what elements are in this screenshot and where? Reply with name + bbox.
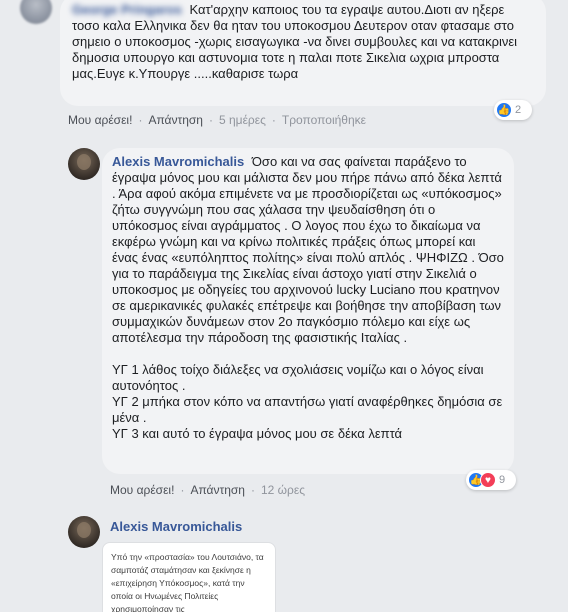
comment-text: ΥΓ 3 και αυτό το έγραψα μόνος μου σε δέκ… bbox=[112, 426, 403, 441]
comment-bubble: Alexis Mavromichalis Όσο και να σας φαίν… bbox=[102, 148, 514, 474]
comment-actions: Μου αρέσει! · Απάντηση · 12 ώρες bbox=[110, 483, 305, 497]
comment-text: Όσο και να σας φαίνεται παράξενο το έγρα… bbox=[112, 154, 504, 345]
reply-link[interactable]: Απάντηση bbox=[148, 113, 203, 127]
like-link[interactable]: Μου αρέσει! bbox=[110, 483, 174, 497]
comment-actions: Μου αρέσει! · Απάντηση · 5 ημέρες · Τροπ… bbox=[68, 113, 366, 127]
attached-image[interactable]: Υπό την «προστασία» του Λουτσιάνο, τα σα… bbox=[102, 542, 276, 612]
timestamp[interactable]: 5 ημέρες bbox=[219, 113, 266, 127]
love-reaction-icon: ♥ bbox=[480, 472, 496, 488]
reaction-count: 9 bbox=[499, 474, 506, 486]
separator-dot: · bbox=[250, 483, 255, 497]
reply-link[interactable]: Απάντηση bbox=[190, 483, 245, 497]
separator-dot: · bbox=[271, 113, 276, 127]
timestamp[interactable]: 12 ώρες bbox=[261, 483, 305, 497]
avatar[interactable] bbox=[68, 516, 100, 548]
separator-dot: · bbox=[208, 113, 213, 127]
edited-label[interactable]: Τροποποιήθηκε bbox=[282, 113, 366, 127]
comment-author[interactable]: Alexis Mavromichalis bbox=[110, 519, 242, 534]
reaction-count: 2 bbox=[515, 104, 522, 116]
comment-author[interactable]: George Pringaros bbox=[72, 2, 182, 17]
avatar[interactable] bbox=[68, 148, 100, 180]
comment-bubble: George Pringaros Κατ'αρχην καποιος του τ… bbox=[60, 0, 546, 106]
comment-text: ΥΓ 1 λάθος τοίχο διάλεξες να σχολιάσεις … bbox=[112, 362, 484, 393]
attached-image-text: Υπό την «προστασία» του Λουτσιάνο, τα σα… bbox=[111, 552, 264, 612]
comment-text: ΥΓ 2 μπήκα στον κόπο να απαντήσω γιατί α… bbox=[112, 394, 503, 425]
avatar[interactable] bbox=[20, 0, 52, 24]
separator-dot: · bbox=[138, 113, 143, 127]
reaction-summary[interactable]: 👍 ♥ 9 bbox=[466, 470, 516, 490]
like-link[interactable]: Μου αρέσει! bbox=[68, 113, 132, 127]
like-reaction-icon: 👍 bbox=[496, 102, 512, 118]
separator-dot: · bbox=[180, 483, 185, 497]
comment-author[interactable]: Alexis Mavromichalis bbox=[112, 154, 244, 169]
reaction-summary[interactable]: 👍 2 bbox=[494, 100, 532, 120]
